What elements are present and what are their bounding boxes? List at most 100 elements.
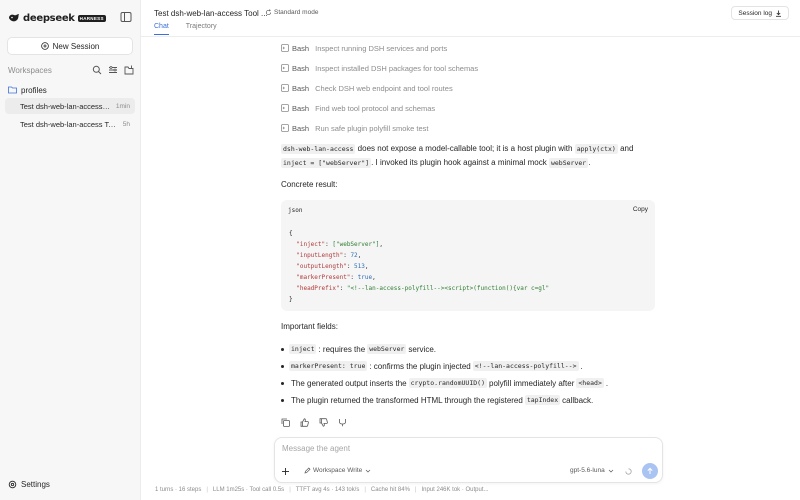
terminal-icon: [281, 64, 289, 72]
status-separator: |: [206, 487, 208, 493]
code-body: { "inject": ["webServer"], "inputLength"…: [289, 230, 550, 303]
status-separator: |: [289, 487, 291, 493]
workspace-mode-label: Workspace Write: [313, 467, 363, 474]
paragraph-text: .: [588, 158, 591, 167]
plus-icon[interactable]: [281, 467, 290, 476]
list-item: The generated output inserts the crypto.…: [281, 376, 610, 390]
inline-code: webServer: [367, 344, 407, 354]
list-item: markerPresent: true: confirms the plugin…: [281, 359, 585, 373]
message-composer: Workspace Write gpt-5.6-luna: [274, 437, 663, 483]
status-tokens: Input 246K tok · Output...: [421, 487, 489, 493]
session-title: Test dsh-web-lan-access Tool ...: [20, 119, 119, 129]
terminal-icon: [281, 104, 289, 112]
status-separator: |: [364, 487, 366, 493]
inline-code: crypto.randomUUID(): [408, 378, 487, 388]
important-fields-label: Important fields:: [281, 322, 338, 331]
status-bar: 1 turns · 16 steps | LLM 1m25s · Tool cal…: [155, 487, 489, 493]
new-session-button[interactable]: New Session: [7, 37, 133, 55]
paragraph-text: and: [617, 144, 634, 153]
session-item[interactable]: Test dsh-web-lan-access Tool ... 5h: [5, 116, 135, 132]
new-folder-icon[interactable]: [124, 65, 134, 75]
tool-name: Bash: [292, 83, 310, 93]
list-text: .: [580, 361, 583, 371]
tool-call-row[interactable]: Bash Find web tool protocol and schemas: [281, 102, 435, 114]
list-text: service.: [408, 344, 436, 354]
workspace-folder[interactable]: profiles: [8, 84, 47, 96]
paragraph-text: does not expose a model-callable tool; i…: [355, 144, 575, 153]
workspaces-label: Workspaces: [8, 65, 52, 75]
model-label: gpt-5.6-luna: [570, 467, 605, 474]
status-turns: 1 turns · 16 steps: [155, 487, 202, 493]
filter-icon[interactable]: [108, 65, 118, 75]
tab-trajectory[interactable]: Trajectory: [186, 23, 217, 35]
list-item: inject: requires the webServer service.: [281, 342, 438, 356]
session-item[interactable]: Test dsh-web-lan-access Tool ... 1min: [5, 98, 135, 114]
inline-code: dsh-web-lan-access: [281, 144, 356, 154]
bullet-dot: [281, 398, 284, 402]
tool-call-row[interactable]: Bash Check DSH web endpoint and tool rou…: [281, 82, 453, 94]
code-block: json Copy { "inject": ["webServer"], "in…: [281, 200, 655, 311]
plus-circle-icon: [40, 42, 49, 50]
fork-icon[interactable]: [338, 418, 347, 427]
chevron-down-icon: [366, 469, 371, 472]
tool-name: Bash: [292, 43, 310, 53]
loading-spinner-icon: [625, 468, 632, 475]
list-text: callback.: [562, 395, 594, 405]
header: Test dsh-web-lan-access Tool ... Standar…: [141, 0, 800, 37]
gear-icon: [8, 480, 17, 488]
list-text: The plugin returned the transformed HTML…: [291, 395, 523, 405]
list-text: .: [605, 378, 609, 388]
bullet-dot: [281, 347, 284, 351]
list-text: polyfill immediately after: [489, 378, 575, 388]
mode-indicator: Standard mode: [265, 9, 318, 16]
session-time: 1min: [115, 102, 130, 110]
assistant-paragraph: dsh-web-lan-access does not expose a mod…: [281, 142, 661, 170]
tool-description: Find web tool protocol and schemas: [315, 103, 436, 113]
workspace-mode-select[interactable]: Workspace Write: [304, 467, 373, 474]
thumbs-down-icon[interactable]: [319, 418, 328, 427]
inline-code: inject = ["webServer"]: [281, 158, 372, 168]
status-separator: |: [414, 487, 417, 493]
copy-icon[interactable]: [281, 418, 290, 427]
tool-name: Bash: [292, 123, 310, 133]
tool-name: Bash: [292, 63, 310, 73]
tool-call-row[interactable]: Bash Run safe plugin polyfill smoke test: [281, 122, 429, 134]
terminal-icon: [281, 84, 289, 92]
tab-chat[interactable]: Chat: [154, 23, 169, 35]
code-language: json: [288, 207, 303, 214]
tool-call-row[interactable]: Bash Inspect running DSH services and po…: [281, 42, 447, 54]
logo-badge: HARNESS: [77, 14, 106, 22]
thumbs-up-icon[interactable]: [300, 418, 309, 427]
copy-button[interactable]: Copy: [633, 206, 648, 213]
chat-pane: Bash Inspect running DSH services and po…: [141, 38, 800, 500]
list-text: : confirms the plugin injected: [369, 361, 471, 371]
tool-name: Bash: [292, 103, 310, 113]
list-text: : requires the: [318, 344, 366, 354]
pencil-icon: [304, 467, 311, 474]
session-time: 5h: [122, 120, 130, 128]
tool-description: Run safe plugin polyfill smoke test: [315, 123, 429, 133]
terminal-icon: [281, 44, 289, 52]
inline-code: <!--lan-access-polyfill-->: [472, 361, 579, 371]
tab-bar: Chat Trajectory: [154, 23, 234, 35]
send-button[interactable]: [642, 463, 658, 479]
download-icon: [776, 10, 781, 17]
list-text: The generated output inserts the: [291, 378, 407, 388]
status-cache: Cache hit 84%: [370, 487, 410, 493]
tool-call-row[interactable]: Bash Inspect installed DSH packages for …: [281, 62, 478, 74]
sidebar-toggle-icon[interactable]: [120, 11, 132, 23]
session-log-button[interactable]: Session log: [731, 6, 789, 20]
settings-label: Settings: [21, 479, 50, 489]
search-icon[interactable]: [92, 65, 102, 75]
new-session-label: New Session: [52, 41, 100, 51]
tool-description: Inspect installed DSH packages for tool …: [315, 63, 479, 73]
settings-button[interactable]: Settings: [8, 478, 50, 490]
message-input[interactable]: [282, 444, 582, 453]
page-title: Test dsh-web-lan-access Tool ...: [154, 9, 268, 18]
list-item: The plugin returned the transformed HTML…: [281, 393, 595, 407]
folder-name: profiles: [21, 85, 47, 95]
refresh-icon: [265, 9, 272, 16]
workspaces-header: Workspaces: [8, 64, 134, 76]
model-select[interactable]: gpt-5.6-luna: [570, 467, 614, 474]
concrete-result-label: Concrete result:: [281, 180, 338, 189]
